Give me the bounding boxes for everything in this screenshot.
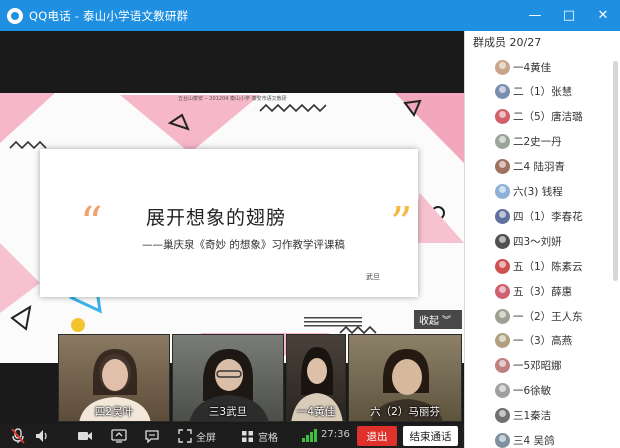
member-avatar <box>495 184 510 199</box>
participant-name: 六（2）马丽芬 <box>370 406 440 418</box>
slide-title: 展开想象的翅膀 <box>146 207 287 229</box>
participant-name: 一4黄佳 <box>296 406 336 418</box>
chat-icon[interactable] <box>143 427 161 445</box>
member-item[interactable]: 五（1）陈素云 <box>495 255 583 277</box>
member-avatar <box>495 134 510 150</box>
member-item[interactable]: 四（1）李春花 <box>495 205 583 227</box>
member-name: 一（2）王人东 <box>513 310 583 323</box>
speaker-icon[interactable] <box>33 427 51 445</box>
member-name: 三1秦洁 <box>513 410 552 423</box>
member-name: 四3～刘妍 <box>513 235 562 248</box>
member-item[interactable]: 一4黄佳 <box>495 56 551 78</box>
member-avatar <box>495 109 510 125</box>
member-name: 二（5）唐洁璐 <box>513 111 583 124</box>
member-name: 三4 吴鸽 <box>513 435 555 447</box>
member-avatar <box>495 308 510 324</box>
fullscreen-icon[interactable] <box>176 427 194 445</box>
participant-name: 四2吴叶 <box>94 406 134 418</box>
member-name: 五（1）陈素云 <box>513 260 583 273</box>
slide-author: 武旦 <box>366 273 380 281</box>
member-item[interactable]: 五（3）薛惠 <box>495 280 572 302</box>
member-item[interactable]: 一5邓昭娜 <box>495 355 562 377</box>
member-item[interactable]: 六(3) 钱程 <box>495 181 563 203</box>
fullscreen-label[interactable]: 全屏 <box>196 429 216 444</box>
member-name: 一4黄佳 <box>513 61 552 74</box>
window-title: QQ电话 - 泰山小学语文教研群 <box>29 8 189 23</box>
member-avatar <box>495 333 510 349</box>
camera-icon[interactable] <box>76 427 94 445</box>
collapse-button[interactable]: 收起 ︾ <box>414 310 462 329</box>
member-avatar <box>495 208 510 224</box>
member-name: 五（3）薛惠 <box>513 285 573 298</box>
close-button[interactable]: ✕ <box>586 0 620 31</box>
screen-share-icon[interactable] <box>110 427 128 445</box>
member-avatar <box>495 59 510 75</box>
member-avatar <box>495 84 510 100</box>
member-name: 四（1）李春花 <box>513 210 583 223</box>
member-list-scrollbar[interactable] <box>613 61 618 281</box>
member-item[interactable]: 二（1）张慧 <box>495 81 572 103</box>
slide-top-note: 五台山泰安 ·· 201204 泰山小学 泰安市语文教研 <box>178 96 287 102</box>
end-call-button[interactable]: 结束通话 <box>403 426 458 446</box>
qq-logo-icon <box>7 7 23 24</box>
member-name: 二（1）张慧 <box>513 86 573 99</box>
signal-strength-icon <box>302 429 317 442</box>
member-panel: 群成员 20/27 一4黄佳二（1）张慧 二（5）唐洁璐 二2史一丹二4 陆羽青 六(… <box>464 31 620 448</box>
member-avatar <box>495 358 510 374</box>
mic-muted-icon[interactable] <box>9 427 27 445</box>
collapse-label: 收起 <box>419 316 439 327</box>
title-bar: QQ电话 - 泰山小学语文教研群 — □ ✕ <box>0 0 620 31</box>
close-quote-mark: ” <box>390 198 413 249</box>
participant-tile[interactable]: 六（2）马丽芬 <box>348 334 462 422</box>
member-name: 一5邓昭娜 <box>513 360 562 373</box>
member-name: 六(3) 钱程 <box>513 186 563 198</box>
member-item[interactable]: 三1秦洁 <box>495 405 551 427</box>
participant-tile[interactable]: 三3武旦 <box>172 334 284 422</box>
member-name: 二2史一丹 <box>513 136 562 149</box>
member-name: 一6徐敏 <box>513 385 552 398</box>
member-avatar <box>495 408 510 424</box>
member-avatar <box>495 233 510 249</box>
minimize-button[interactable]: — <box>518 0 552 31</box>
grid-icon[interactable] <box>238 427 256 445</box>
window-controls: — □ ✕ <box>518 0 620 31</box>
member-name: 二4 陆羽青 <box>513 161 566 174</box>
member-count-header: 群成员 20/27 <box>473 36 542 49</box>
member-avatar <box>495 159 510 175</box>
member-item[interactable]: 二（5）唐洁璐 <box>495 106 583 128</box>
call-toolbar: 全屏 宫格 27:36 退出 结束通话 <box>0 424 464 448</box>
participant-tile[interactable]: 四2吴叶 <box>58 334 170 422</box>
member-item[interactable]: 一（3）高燕 <box>495 330 572 352</box>
member-avatar <box>495 433 510 448</box>
member-item[interactable]: 一6徐敏 <box>495 380 551 402</box>
slide-subtitle: ——巢庆泉《奇妙 的想象》习作教学评课稿 <box>142 239 345 251</box>
participant-name: 三3武旦 <box>208 406 248 418</box>
video-area: 五台山泰安 ·· 201204 泰山小学 泰安市语文教研 “ ” 展开想象的翅膀… <box>0 31 464 424</box>
call-timer: 27:36 <box>321 429 350 440</box>
participant-tile[interactable]: 一4黄佳 <box>286 334 346 422</box>
exit-button[interactable]: 退出 <box>357 426 397 446</box>
member-item[interactable]: 二2史一丹 <box>495 131 562 153</box>
open-quote-mark: “ <box>80 198 103 249</box>
member-avatar <box>495 383 510 399</box>
member-name: 一（3）高燕 <box>513 335 573 348</box>
maximize-button[interactable]: □ <box>552 0 586 31</box>
grid-label[interactable]: 宫格 <box>258 429 278 444</box>
member-avatar <box>495 258 510 274</box>
member-item[interactable]: 三4 吴鸽 <box>495 430 555 448</box>
member-item[interactable]: 一（2）王人东 <box>495 305 583 327</box>
chevron-down-icon: ︾ <box>442 316 452 326</box>
member-item[interactable]: 二4 陆羽青 <box>495 156 565 178</box>
member-item[interactable]: 四3～刘妍 <box>495 230 562 252</box>
member-avatar <box>495 283 510 299</box>
